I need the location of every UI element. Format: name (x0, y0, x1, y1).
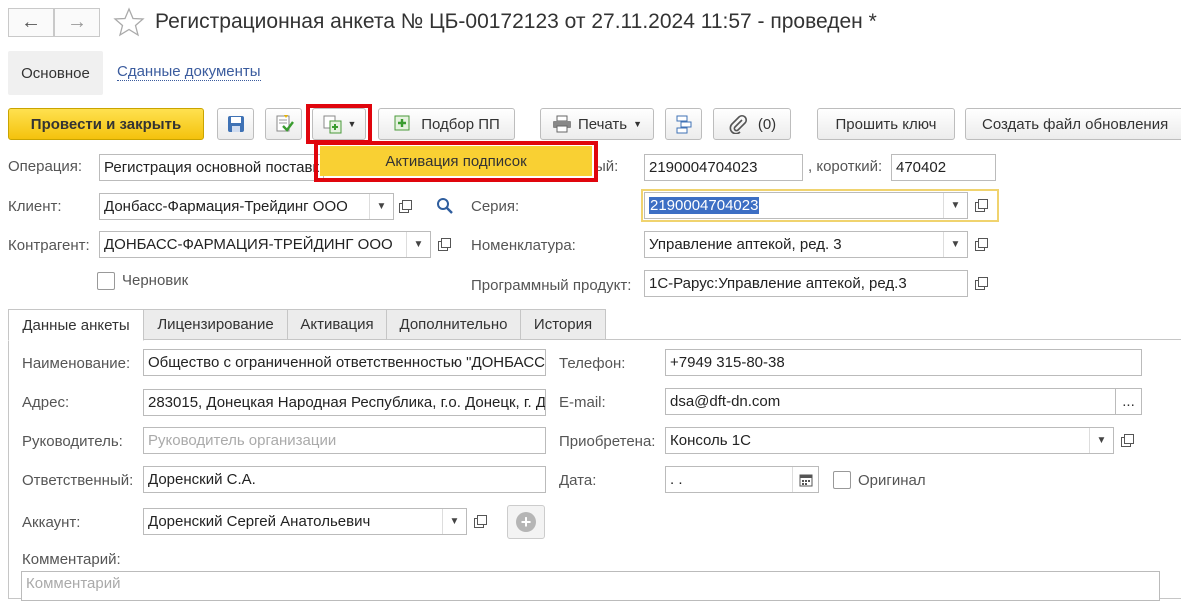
arrow-right-icon: → (67, 11, 87, 33)
series-label: Серия: (471, 198, 520, 215)
phone-label: Телефон: (559, 355, 626, 372)
print-button[interactable]: Печать ▼ (540, 108, 654, 140)
email-label: E-mail: (559, 394, 606, 411)
name-field[interactable]: Общество с ограниченной ответственностью… (143, 349, 546, 376)
open-icon[interactable] (1116, 427, 1138, 454)
tab-history[interactable]: История (520, 309, 606, 340)
responsible-label: Ответственный: (22, 472, 134, 489)
client-label: Клиент: (8, 198, 62, 215)
short-field[interactable]: 470402 (891, 154, 996, 181)
nomenclature-label: Номенклатура: (471, 237, 576, 254)
account-field[interactable]: Доренский Сергей Анатольевич ▼ (143, 508, 467, 535)
phone-field[interactable]: +7949 315-80-38 (665, 349, 1142, 376)
tab-licensing[interactable]: Лицензирование (143, 309, 288, 340)
contractor-label: Контрагент: (8, 237, 90, 254)
series-field[interactable]: 2190004704023 ▼ (644, 192, 968, 219)
chevron-down-icon[interactable]: ▼ (943, 193, 967, 218)
original-label: Оригинал (858, 472, 926, 489)
address-label: Адрес: (22, 394, 70, 411)
date-field[interactable]: . . (665, 466, 819, 493)
highlight-frame (306, 104, 372, 144)
chevron-down-icon[interactable]: ▼ (442, 509, 466, 534)
acquired-field[interactable]: Консоль 1С ▼ (665, 427, 1114, 454)
email-field[interactable]: dsa@dft-dn.com... (665, 388, 1142, 415)
paperclip-icon (729, 114, 747, 134)
chevron-down-icon[interactable]: ▼ (943, 232, 967, 257)
structure-button[interactable] (665, 108, 702, 140)
post-document-icon (276, 115, 294, 132)
comment-label: Комментарий: (22, 551, 121, 568)
back-button[interactable]: ← (8, 8, 54, 37)
chevron-down-icon: ▼ (633, 119, 643, 129)
forward-button[interactable]: → (54, 8, 100, 37)
client-field[interactable]: Донбасс-Фармация-Трейдинг ООО ▼ (99, 193, 394, 220)
search-icon[interactable] (436, 197, 454, 215)
open-icon[interactable] (970, 192, 992, 219)
contractor-field[interactable]: ДОНБАСС-ФАРМАЦИЯ-ТРЕЙДИНГ ООО ▼ (99, 231, 431, 258)
plus-icon: + (516, 512, 536, 532)
open-icon[interactable] (970, 231, 992, 258)
operation-field[interactable]: Регистрация основной поставки (99, 154, 324, 181)
calendar-icon[interactable] (792, 467, 818, 492)
regnum-field[interactable]: 2190004704023 (644, 154, 803, 181)
page-title: Регистрационная анкета № ЦБ-00172123 от … (155, 10, 877, 33)
short-label: , короткий: (808, 158, 883, 175)
arrow-left-icon: ← (21, 11, 41, 33)
director-field[interactable]: Руководитель организации (143, 427, 546, 454)
product-label: Программный продукт: (471, 277, 632, 294)
tab-additional[interactable]: Дополнительно (386, 309, 521, 340)
open-icon[interactable] (469, 508, 491, 535)
tab-main[interactable]: Основное (8, 51, 103, 95)
highlight-frame (314, 141, 598, 182)
regnum-label: ый: (595, 158, 619, 175)
date-label: Дата: (559, 472, 597, 489)
acquired-label: Приобретена: (559, 433, 656, 450)
more-button[interactable]: ... (1115, 389, 1141, 414)
operation-label: Операция: (8, 158, 83, 175)
tab-form-data[interactable]: Данные анкеты (8, 309, 144, 341)
chevron-down-icon[interactable]: ▼ (406, 232, 430, 257)
printer-icon (552, 115, 571, 133)
post-close-button[interactable]: Провести и закрыть (8, 108, 204, 140)
tab-documents[interactable]: Сданные документы (117, 63, 261, 81)
podbor-label: Подбор ПП (421, 115, 500, 133)
responsible-field[interactable]: Доренский С.А. (143, 466, 546, 493)
address-field[interactable]: 283015, Донецкая Народная Республика, г.… (143, 389, 546, 416)
podbor-button[interactable]: Подбор ПП (378, 108, 515, 140)
product-field[interactable]: 1С-Рарус:Управление аптекой, ред.3 (644, 270, 968, 297)
post-button[interactable] (265, 108, 302, 140)
selection-icon (394, 115, 410, 131)
chevron-down-icon[interactable]: ▼ (1089, 428, 1113, 453)
flash-key-button[interactable]: Прошить ключ (817, 108, 955, 140)
open-icon[interactable] (433, 231, 455, 258)
add-account-button[interactable]: + (507, 505, 545, 539)
account-label: Аккаунт: (22, 514, 81, 531)
nomenclature-field[interactable]: Управление аптекой, ред. 3 ▼ (644, 231, 968, 258)
attachments-count: (0) (757, 115, 777, 133)
structure-icon (676, 115, 691, 134)
director-label: Руководитель: (22, 433, 123, 450)
create-update-file-button[interactable]: Создать файл обновления (965, 108, 1181, 140)
open-icon[interactable] (394, 193, 416, 220)
draft-checkbox[interactable] (97, 272, 115, 290)
name-label: Наименование: (22, 355, 131, 372)
comment-field[interactable]: Комментарий (21, 571, 1160, 601)
open-icon[interactable] (970, 270, 992, 297)
tab-activation[interactable]: Активация (287, 309, 387, 340)
chevron-down-icon[interactable]: ▼ (369, 194, 393, 219)
original-checkbox[interactable] (833, 471, 851, 489)
attachments-button[interactable]: (0) (713, 108, 791, 140)
star-icon[interactable] (113, 6, 145, 38)
save-button[interactable] (217, 108, 254, 140)
draft-label: Черновик (122, 272, 189, 289)
floppy-icon (227, 116, 244, 132)
print-label: Печать (577, 115, 628, 133)
